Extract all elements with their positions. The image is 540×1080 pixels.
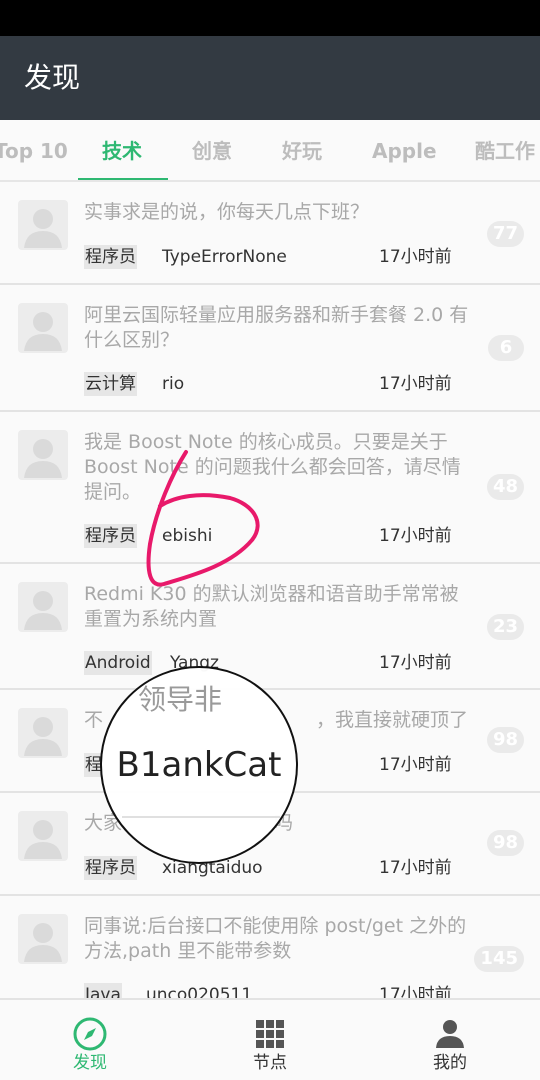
compass-icon [73, 1017, 107, 1051]
avatar[interactable] [18, 582, 68, 632]
node-tag[interactable]: 程序员 [84, 856, 137, 880]
avatar[interactable] [18, 430, 68, 480]
post-time: 17小时前 [379, 247, 452, 267]
post-list: 实事求是的说，你每天几点下班？ 程序员 TypeErrorNone 17小时前 … [0, 182, 540, 998]
list-item[interactable]: 同事说:后台接口不能使用除 post/get 之外的方法,path 里不能带参数… [0, 896, 540, 998]
node-tag[interactable]: 程序员 [84, 245, 137, 269]
avatar[interactable] [18, 708, 68, 758]
author-name[interactable]: unco020511 [146, 983, 252, 998]
page-title: 发现 [24, 61, 81, 94]
post-time: 17小时前 [379, 653, 452, 673]
tab-jobs[interactable]: 酷工作 [475, 138, 535, 164]
nav-discover-label: 发现 [73, 1053, 107, 1073]
post-time: 17小时前 [379, 858, 452, 878]
post-time: 17小时前 [379, 755, 452, 775]
tab-bar: Top 10 技术 创意 好玩 Apple 酷工作 [0, 120, 540, 182]
reply-count-badge: 98 [486, 830, 524, 856]
list-item[interactable]: Redmi K30 的默认浏览器和语音助手常常被重置为系统内置 Android … [0, 564, 540, 690]
tab-fun[interactable]: 好玩 [282, 138, 322, 164]
post-time: 17小时前 [379, 985, 452, 998]
list-item[interactable]: 实事求是的说，你每天几点下班？ 程序员 TypeErrorNone 17小时前 … [0, 182, 540, 285]
node-tag[interactable]: Android [84, 651, 152, 675]
tab-apple[interactable]: Apple [372, 138, 437, 164]
nav-me[interactable]: 我的 [360, 1000, 540, 1080]
nav-nodes-label: 节点 [253, 1053, 287, 1073]
avatar[interactable] [18, 303, 68, 353]
avatar[interactable] [18, 914, 68, 964]
reply-count-badge: 98 [486, 727, 524, 753]
tab-top10[interactable]: Top 10 [0, 138, 68, 164]
magnified-text: B1ankCat [116, 745, 282, 785]
app-bar: 发现 [0, 36, 540, 120]
list-item[interactable]: 我是 Boost Note 的核心成员。只要是关于 Boost Note 的问题… [0, 412, 540, 564]
avatar[interactable] [18, 200, 68, 250]
author-name[interactable]: ebishi [162, 524, 212, 548]
list-item[interactable]: 阿里云国际轻量应用服务器和新手套餐 2.0 有什么区别？ 云计算 rio 17小… [0, 285, 540, 412]
post-time: 17小时前 [379, 374, 452, 394]
status-bar [0, 0, 540, 36]
post-title: Redmi K30 的默认浏览器和语音助手常常被重置为系统内置 [84, 583, 459, 630]
post-title: 阿里云国际轻量应用服务器和新手套餐 2.0 有什么区别？ [84, 304, 469, 351]
avatar[interactable] [18, 811, 68, 861]
author-name[interactable]: TypeErrorNone [162, 245, 287, 269]
post-time: 17小时前 [379, 526, 452, 546]
nav-nodes[interactable]: 节点 [180, 1000, 360, 1080]
reply-count-badge: 48 [486, 474, 524, 500]
grid-icon [256, 1020, 284, 1048]
magnified-divider [122, 816, 280, 818]
tab-tech[interactable]: 技术 [102, 138, 142, 164]
post-title: 同事说:后台接口不能使用除 post/get 之外的方法,path 里不能带参数 [84, 915, 467, 962]
post-title-tail: ，我直接就硬顶了 [316, 709, 469, 731]
reply-count-badge: 6 [488, 335, 524, 361]
nav-discover[interactable]: 发现 [0, 1000, 180, 1080]
magnified-underlay-text: 领导非 [138, 683, 223, 716]
author-name[interactable]: rio [162, 372, 184, 396]
reply-count-badge: 23 [486, 614, 524, 640]
magnifier-lens: 领导非 B1ankCat [100, 666, 298, 864]
nav-me-label: 我的 [433, 1053, 467, 1073]
node-tag[interactable]: Java [84, 983, 122, 998]
reply-count-badge: 145 [474, 946, 524, 972]
person-icon [436, 1020, 464, 1048]
post-title: 实事求是的说，你每天几点下班？ [84, 201, 370, 223]
post-title: 我是 Boost Note 的核心成员。只要是关于 Boost Note 的问题… [84, 431, 461, 503]
reply-count-badge: 77 [486, 221, 524, 247]
node-tag[interactable]: 程序员 [84, 524, 137, 548]
bottom-nav: 发现 节点 我的 [0, 998, 540, 1080]
node-tag[interactable]: 云计算 [84, 372, 137, 396]
tab-creative[interactable]: 创意 [192, 138, 232, 164]
